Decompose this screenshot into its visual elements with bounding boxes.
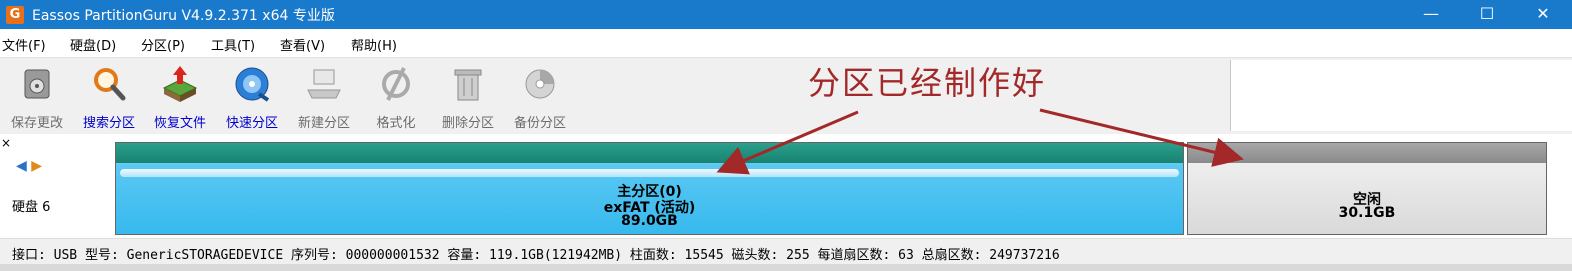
annotation-text: 分区已经制作好 <box>808 64 1047 102</box>
disk-info-text: 接口: USB 型号: GenericSTORAGEDEVICE 序列号: 00… <box>12 248 1060 263</box>
primary-partition-strip <box>116 143 1183 163</box>
disk-nav: ◀ ▶ <box>16 158 42 174</box>
free-space-block[interactable]: 空闲 30.1GB <box>1187 142 1547 235</box>
delete-partition-button[interactable]: 删除分区 <box>432 62 504 131</box>
minimize-button[interactable]: — <box>1408 0 1454 29</box>
menu-tools[interactable]: 工具(T) <box>211 35 255 54</box>
delete-partition-label: 删除分区 <box>441 116 494 131</box>
next-disk-icon[interactable]: ▶ <box>31 158 42 174</box>
close-button[interactable]: ✕ <box>1520 0 1566 29</box>
menu-disk[interactable]: 硬盘(D) <box>70 35 116 54</box>
delete-icon <box>454 69 482 101</box>
primary-partition-size: 89.0GB <box>621 213 678 229</box>
toolbar: 保存更改 搜索分区 恢复文件 快速分区 新建分区 格式化 删除分区 备份分区 <box>0 58 1572 133</box>
restore-files-button[interactable]: 恢复文件 <box>144 62 216 131</box>
close-icon[interactable]: × <box>1 136 11 150</box>
quick-partition-button[interactable]: 快速分区 <box>216 62 288 131</box>
menu-file[interactable]: 文件(F) <box>2 35 46 54</box>
new-partition-icon <box>307 69 341 99</box>
disk-map-area: × ◀ ▶ 硬盘 6 主分区(0) exFAT (活动) 89.0GB 空闲 3… <box>0 134 1572 238</box>
menu-view[interactable]: 查看(V) <box>280 35 325 54</box>
toolbar-blank-panel <box>1230 60 1572 131</box>
new-partition-label: 新建分区 <box>297 116 350 131</box>
bottom-border <box>0 264 1572 271</box>
prev-disk-icon[interactable]: ◀ <box>16 158 27 174</box>
menu-partition[interactable]: 分区(P) <box>141 35 185 54</box>
search-partition-button[interactable]: 搜索分区 <box>73 62 145 131</box>
quick-partition-icon <box>235 67 270 102</box>
search-icon <box>94 68 126 101</box>
format-button[interactable]: 格式化 <box>360 62 432 131</box>
save-changes-button[interactable]: 保存更改 <box>1 62 73 131</box>
free-space-size: 30.1GB <box>1338 205 1396 221</box>
disk-info-bar: 接口: USB 型号: GenericSTORAGEDEVICE 序列号: 00… <box>0 238 1572 265</box>
maximize-button[interactable]: ☐ <box>1464 0 1510 29</box>
primary-partition-block[interactable]: 主分区(0) exFAT (活动) 89.0GB <box>115 142 1184 235</box>
window-title: Eassos PartitionGuru V4.9.2.371 x64 专业版 <box>32 8 335 24</box>
free-space-strip <box>1188 143 1546 163</box>
menu-help[interactable]: 帮助(H) <box>351 35 397 54</box>
search-partition-label: 搜索分区 <box>82 116 135 131</box>
new-partition-button[interactable]: 新建分区 <box>288 62 360 131</box>
restore-files-label: 恢复文件 <box>153 116 206 131</box>
partition-highlight <box>120 169 1179 177</box>
backup-partition-button[interactable]: 备份分区 <box>504 62 576 131</box>
title-bar: G Eassos PartitionGuru V4.9.2.371 x64 专业… <box>0 0 1572 29</box>
menu-bar: 文件(F) 硬盘(D) 分区(P) 工具(T) 查看(V) 帮助(H) <box>0 29 1572 58</box>
format-label: 格式化 <box>376 116 416 131</box>
format-icon <box>382 67 410 101</box>
disk-label: 硬盘 6 <box>12 200 51 215</box>
save-changes-label: 保存更改 <box>10 116 63 131</box>
backup-partition-label: 备份分区 <box>513 116 566 131</box>
quick-partition-label: 快速分区 <box>225 116 278 131</box>
save-icon <box>24 69 50 99</box>
restore-icon <box>162 66 198 102</box>
app-icon: G <box>6 6 24 24</box>
backup-icon <box>525 69 555 99</box>
